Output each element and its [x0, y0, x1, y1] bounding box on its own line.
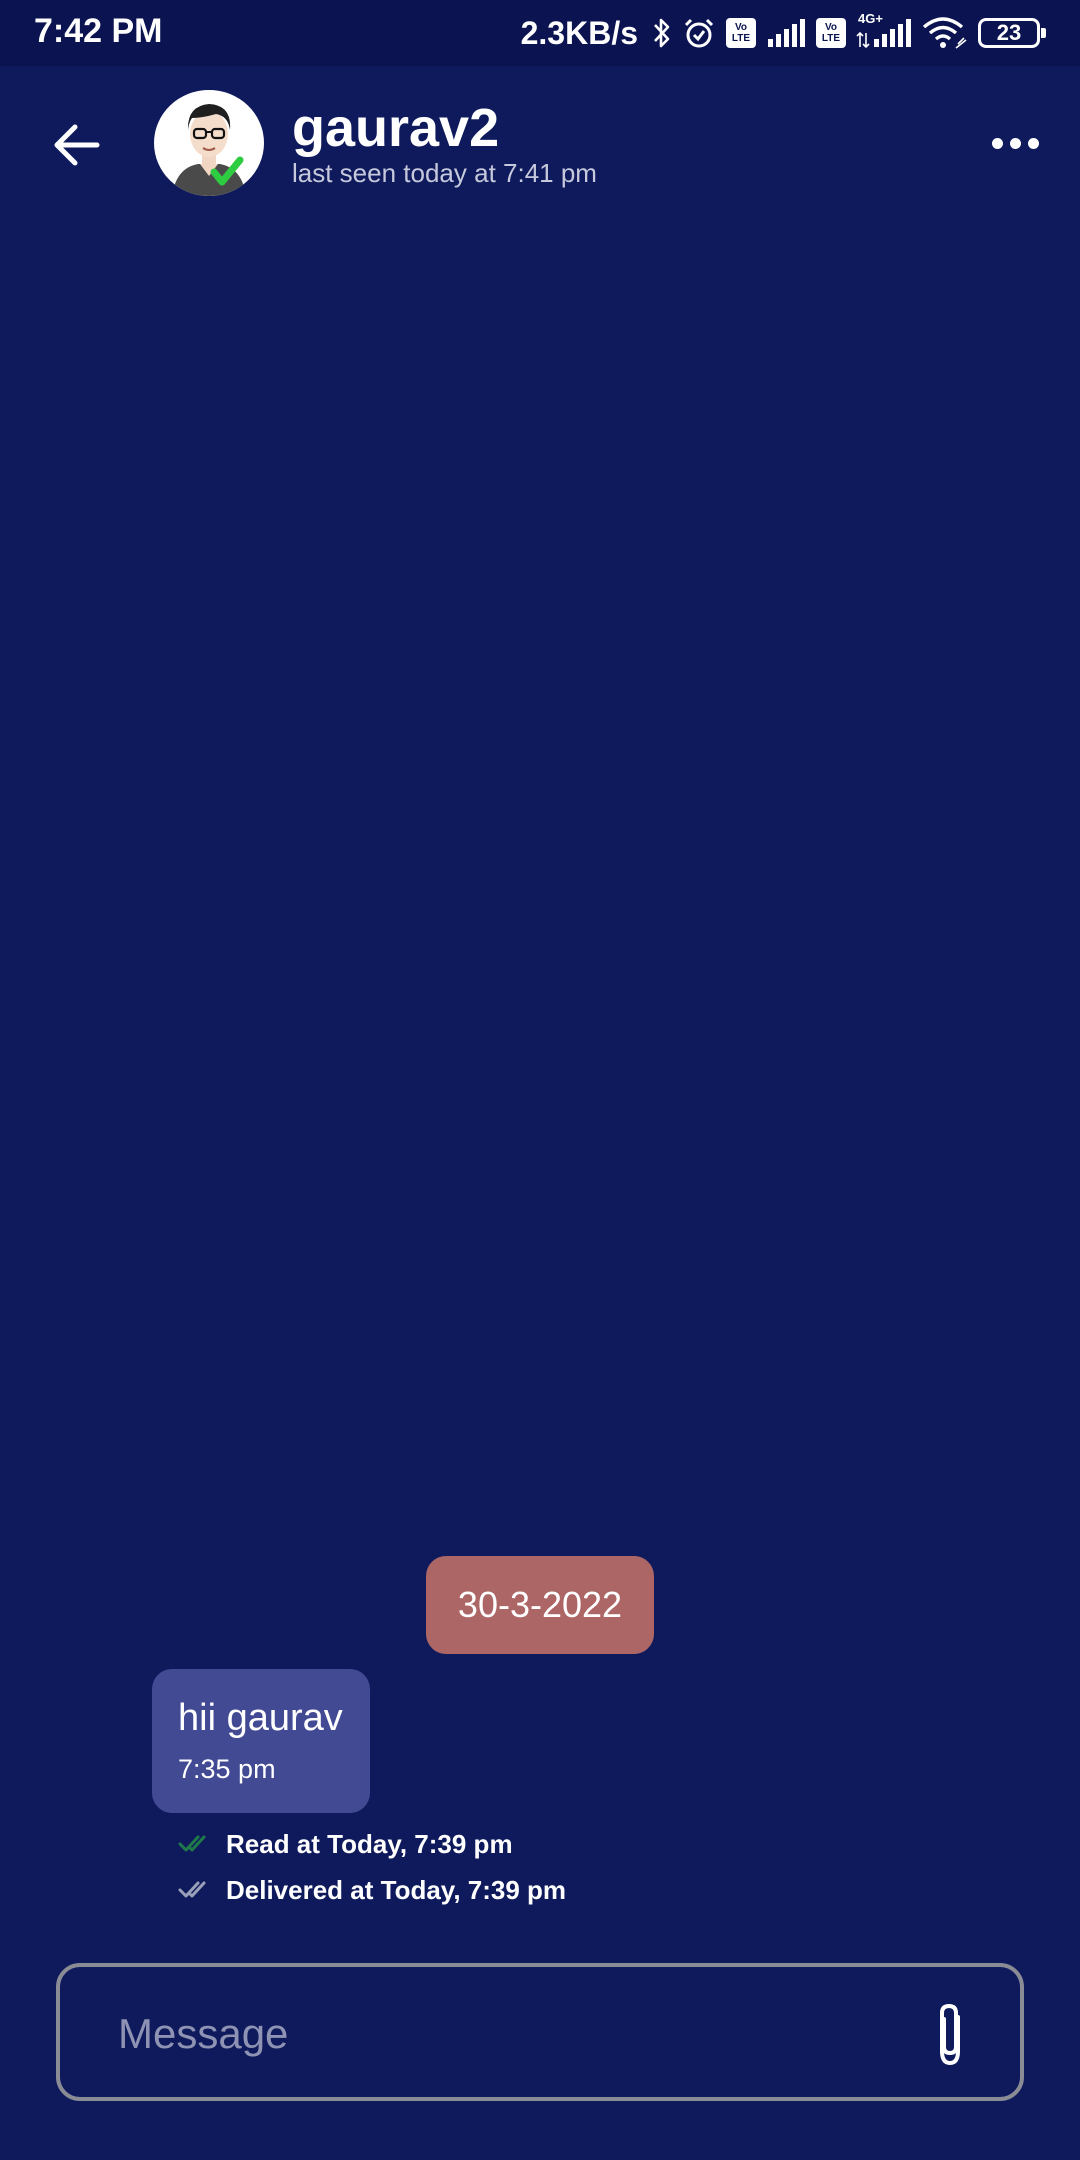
- volte-label: LTE: [821, 33, 841, 44]
- back-button[interactable]: [44, 112, 110, 178]
- paperclip-icon: [940, 2003, 960, 2066]
- status-icons: 2.3KB/s Vo LTE Vo LTE 4G+ 23: [521, 10, 1046, 56]
- arrow-left-icon: [54, 124, 100, 166]
- message-composer: [56, 1963, 1024, 2101]
- status-bar: 7:42 PM 2.3KB/s Vo LTE Vo LTE 4G+ 23: [0, 0, 1080, 66]
- more-options-button[interactable]: [980, 118, 1050, 168]
- network-type-label: 4G+: [858, 11, 883, 26]
- contact-name[interactable]: gaurav2: [292, 96, 499, 160]
- battery-level: 23: [996, 20, 1022, 45]
- message-input[interactable]: [116, 1995, 900, 2073]
- volte-label: Vo: [824, 22, 838, 33]
- avatar[interactable]: [154, 90, 264, 196]
- read-receipt: Read at Today, 7:39 pm: [178, 1824, 513, 1864]
- volte-icon: Vo LTE: [816, 18, 846, 48]
- alarm-icon: [682, 16, 716, 50]
- delivered-receipt-text: Delivered at Today, 7:39 pm: [226, 1874, 567, 1905]
- double-check-icon: [178, 1881, 206, 1898]
- more-horizontal-icon: [991, 137, 1003, 149]
- signal-icon: [766, 17, 806, 49]
- more-horizontal-icon: [1027, 137, 1039, 149]
- avatar-image: [156, 90, 262, 196]
- read-receipt-text: Read at Today, 7:39 pm: [226, 1828, 513, 1859]
- double-check-icon: [178, 1835, 206, 1852]
- message-bubble[interactable]: hii gaurav 7:35 pm: [152, 1669, 370, 1813]
- attach-button[interactable]: [920, 1999, 980, 2071]
- network-speed: 2.3KB/s: [520, 14, 638, 51]
- delivered-receipt: Delivered at Today, 7:39 pm: [178, 1870, 566, 1910]
- wifi-icon: [922, 16, 968, 50]
- battery-icon: 23: [978, 18, 1046, 48]
- volte-icon: Vo LTE: [726, 18, 756, 48]
- signal-4g-icon: 4G+: [856, 11, 912, 49]
- message-time: 7:35 pm: [178, 1754, 276, 1784]
- last-seen-status: last seen today at 7:41 pm: [292, 158, 597, 188]
- date-separator: 30-3-2022: [426, 1556, 654, 1654]
- more-horizontal-icon: [1009, 137, 1021, 149]
- message-text: hii gaurav: [178, 1697, 343, 1739]
- volte-label: Vo: [734, 22, 748, 33]
- status-time: 7:42 PM: [34, 12, 163, 50]
- volte-label: LTE: [731, 33, 751, 44]
- bluetooth-icon: [652, 16, 672, 50]
